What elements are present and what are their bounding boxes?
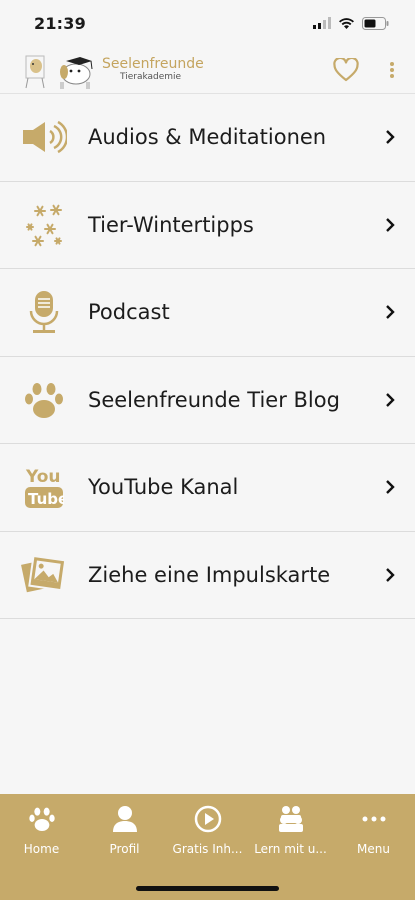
chevron-right-icon xyxy=(386,567,395,582)
play-icon xyxy=(193,804,223,834)
bottom-tab-bar: Home Profil Gratis Inh... Lern mit u... … xyxy=(0,794,415,900)
tab-label: Gratis Inh... xyxy=(172,842,243,856)
youtube-icon: You Tube xyxy=(20,463,68,511)
heart-icon[interactable] xyxy=(333,57,359,82)
status-icons xyxy=(313,16,389,30)
menu-item-youtube[interactable]: You Tube YouTube Kanal xyxy=(0,444,415,532)
menu-list: Audios & Meditationen Tier-Wintertipps P… xyxy=(0,94,415,619)
menu-item-impulskarte[interactable]: Ziehe eine Impulskarte xyxy=(0,532,415,619)
menu-item-audios[interactable]: Audios & Meditationen xyxy=(0,94,415,182)
microphone-icon xyxy=(20,288,68,336)
status-time: 21:39 xyxy=(34,13,86,33)
menu-item-label: Seelenfreunde Tier Blog xyxy=(88,387,340,412)
logo-title: Seelenfreunde xyxy=(102,56,204,72)
tab-label: Lern mit u... xyxy=(254,842,327,856)
chevron-right-icon xyxy=(386,130,395,145)
group-icon xyxy=(276,804,306,834)
battery-icon xyxy=(362,16,389,30)
menu-item-blog[interactable]: Seelenfreunde Tier Blog xyxy=(0,357,415,444)
paw-icon xyxy=(27,804,57,834)
svg-text:You: You xyxy=(25,467,61,487)
menu-item-label: Audios & Meditationen xyxy=(88,125,327,150)
svg-text:Tube: Tube xyxy=(28,490,64,508)
tab-label: Home xyxy=(23,842,60,856)
more-icon xyxy=(359,804,389,834)
chevron-right-icon xyxy=(386,217,395,232)
wifi-icon xyxy=(339,18,354,29)
menu-item-label: YouTube Kanal xyxy=(88,475,239,500)
signal-icon xyxy=(313,17,331,29)
tab-label: Menu xyxy=(357,842,390,856)
paw-icon xyxy=(20,376,68,424)
menu-item-label: Podcast xyxy=(88,300,170,325)
app-header: Seelenfreunde Tierakademie xyxy=(0,46,415,94)
tab-profil[interactable]: Profil xyxy=(83,804,166,866)
tab-menu[interactable]: Menu xyxy=(332,804,415,866)
more-vertical-icon[interactable] xyxy=(389,61,395,79)
tab-gratis[interactable]: Gratis Inh... xyxy=(166,804,249,866)
chevron-right-icon xyxy=(386,392,395,407)
snowflakes-icon xyxy=(20,201,68,249)
photos-icon xyxy=(20,551,68,599)
menu-item-podcast[interactable]: Podcast xyxy=(0,269,415,357)
logo-subtitle: Tierakademie xyxy=(120,72,182,82)
tab-home[interactable]: Home xyxy=(0,804,83,866)
app-logo[interactable]: Seelenfreunde Tierakademie xyxy=(22,50,204,90)
status-bar: 21:39 xyxy=(0,0,415,46)
menu-item-wintertipps[interactable]: Tier-Wintertipps xyxy=(0,182,415,269)
speaker-icon xyxy=(20,113,68,161)
menu-item-label: Tier-Wintertipps xyxy=(88,212,254,237)
tab-lern[interactable]: Lern mit u... xyxy=(249,804,332,866)
logo-animals-icon xyxy=(25,55,93,89)
menu-item-label: Ziehe eine Impulskarte xyxy=(88,562,331,587)
tab-label: Profil xyxy=(109,842,140,856)
chevron-right-icon xyxy=(386,480,395,495)
chevron-right-icon xyxy=(386,305,395,320)
home-indicator xyxy=(136,886,279,891)
person-icon xyxy=(110,804,140,834)
